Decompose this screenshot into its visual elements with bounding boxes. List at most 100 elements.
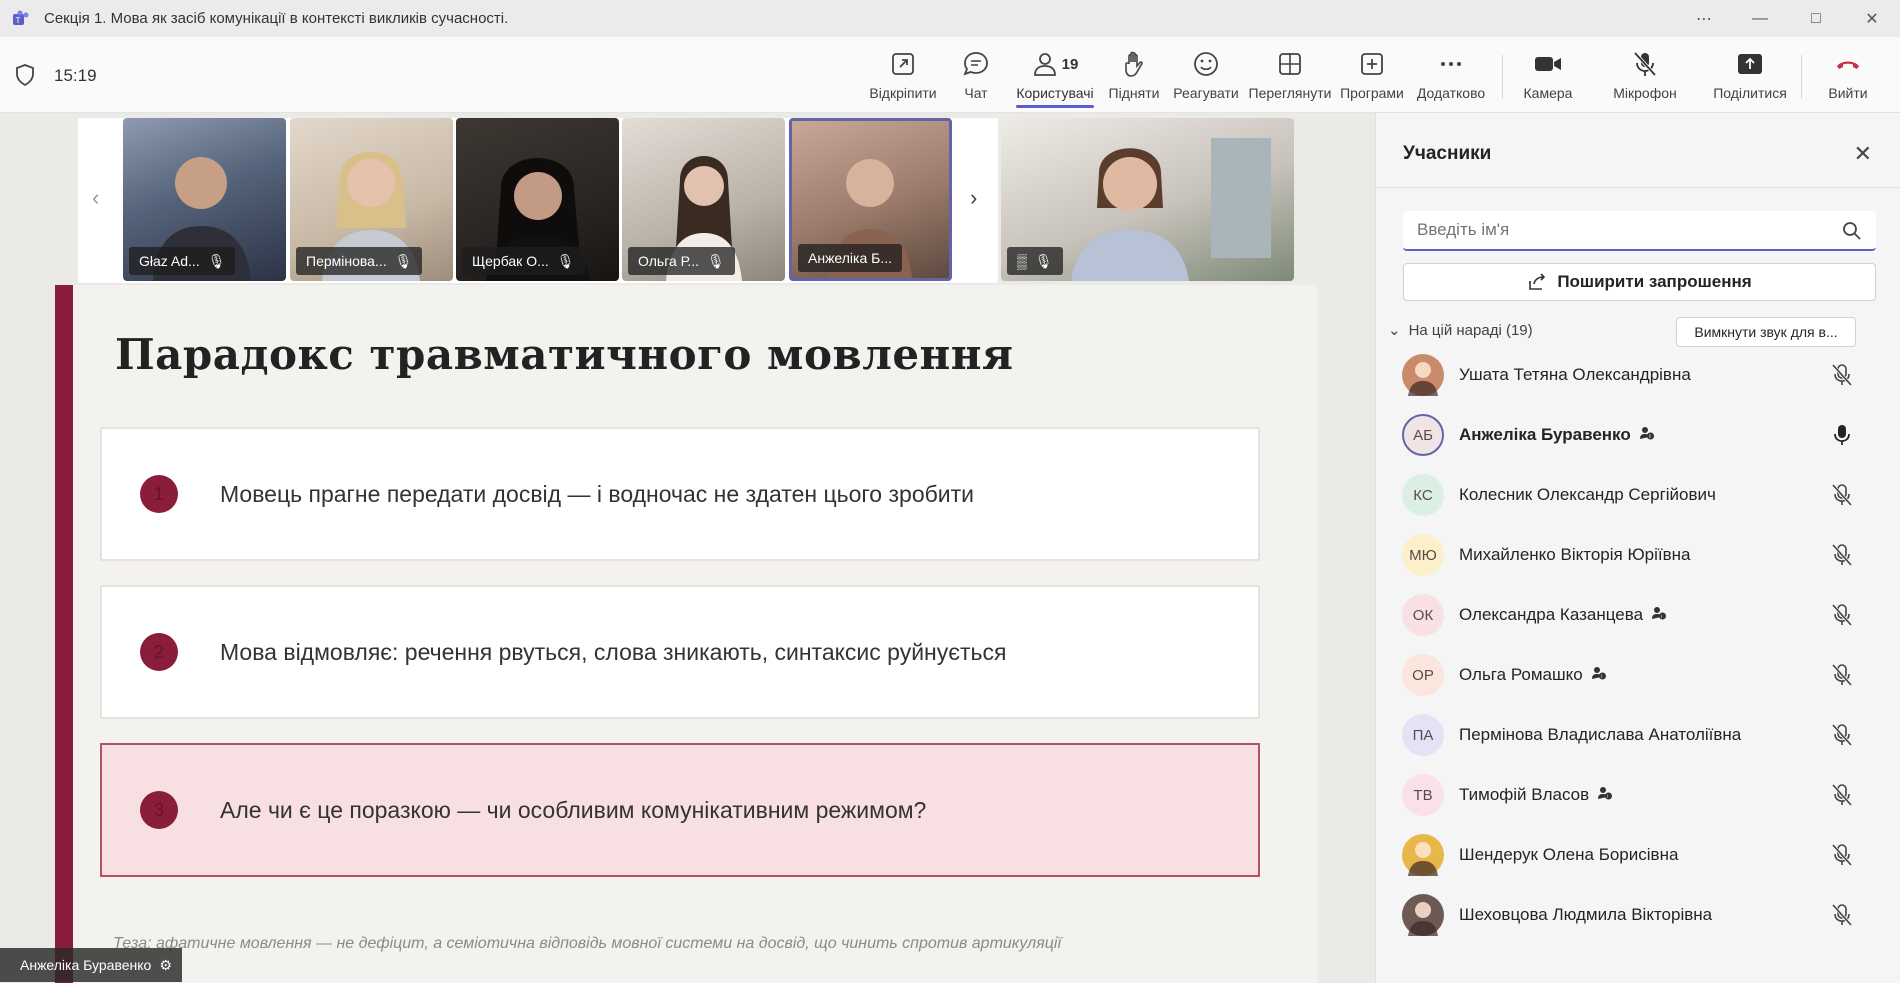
organizer-icon: i (1639, 425, 1655, 446)
participant-name: Анжеліка Буравенко (1459, 425, 1631, 444)
search-box (1403, 211, 1876, 251)
mic-off-icon[interactable] (1831, 843, 1853, 867)
mic-off-icon: 🎙 (1034, 252, 1053, 269)
popout-button[interactable]: Відкріпити (868, 49, 938, 105)
close-panel-icon[interactable]: ✕ (1854, 141, 1872, 167)
in-meeting-group-toggle[interactable]: ⌄ На цій нараді (19) (1388, 321, 1533, 340)
minimize-icon[interactable]: — (1732, 0, 1788, 37)
maximize-icon[interactable]: □ (1788, 0, 1844, 37)
mic-off-icon[interactable] (1831, 483, 1853, 507)
mute-all-button[interactable]: Вимкнути звук для в... (1676, 317, 1856, 347)
raise-hand-label: Підняти (1108, 85, 1160, 101)
share-invite-button[interactable]: Поширити запрошення (1403, 263, 1876, 301)
participant-row[interactable]: ОР Ольга Ромашко i (1376, 645, 1900, 705)
scroll-right-chevron-icon[interactable]: › (970, 185, 977, 211)
mic-off-icon[interactable] (1831, 903, 1853, 927)
participant-row[interactable]: Ушата Тетяна Олександрівна (1376, 345, 1900, 405)
participant-row[interactable]: МЮ Михайленко Вікторія Юріївна (1376, 525, 1900, 585)
video-tile[interactable]: Щербак О... 🎙 (456, 118, 619, 281)
avatar: ОК (1402, 594, 1444, 636)
participant-name: Шендерук Олена Борисівна (1459, 845, 1679, 864)
mic-off-icon[interactable] (1831, 363, 1853, 387)
title-bar: T Секція 1. Мова як засіб комунікації в … (0, 0, 1900, 37)
view-button[interactable]: Переглянути (1249, 49, 1331, 105)
group-label: На цій нараді (19) (1408, 321, 1533, 339)
avatar-initials: ТВ (1413, 786, 1433, 804)
video-tile[interactable]: Głaz Ad... 🎙 (123, 118, 286, 281)
mic-off-icon[interactable] (1831, 783, 1853, 807)
mic-off-icon[interactable] (1831, 603, 1853, 627)
video-tile[interactable]: Пермінова... 🎙 (290, 118, 453, 281)
participant-name: Шеховцова Людмила Вікторівна (1459, 905, 1713, 924)
participant-name: Ушата Тетяна Олександрівна (1459, 365, 1691, 384)
add-app-icon (1361, 53, 1383, 75)
search-input[interactable] (1417, 220, 1817, 240)
mic-off-icon (1633, 51, 1657, 77)
svg-text:i: i (1661, 614, 1662, 620)
mic-off-icon[interactable] (1831, 543, 1853, 567)
camera-label: Камера (1523, 85, 1573, 101)
apps-button[interactable]: Програми (1340, 49, 1404, 105)
participant-row[interactable]: Шеховцова Людмила Вікторівна (1376, 885, 1900, 945)
video-tile[interactable]: ▒ 🎙 (1001, 118, 1294, 281)
share-screen-button[interactable]: Поділитися (1713, 49, 1787, 105)
tile-name: Пермінова... (306, 253, 387, 269)
microphone-label: Мікрофон (1613, 85, 1677, 101)
chat-label: Чат (964, 85, 988, 101)
react-label: Реагувати (1173, 85, 1239, 101)
participant-name: Олександра Казанцева (1459, 605, 1644, 624)
chat-button[interactable]: Чат (958, 49, 994, 105)
participant-row[interactable]: ПА Пермінова Владислава Анатоліївна (1376, 705, 1900, 765)
svg-text:i: i (1607, 794, 1608, 800)
share-icon (1738, 54, 1762, 74)
tile-name: Ольга Р... (638, 253, 700, 269)
panel-divider (1376, 187, 1900, 188)
close-window-icon[interactable]: ✕ (1844, 0, 1900, 37)
participant-row[interactable]: КС Колесник Олександр Сергійович (1376, 465, 1900, 525)
point-number-badge: 3 (140, 791, 178, 829)
apps-label: Програми (1340, 85, 1404, 101)
window-controls: ⋯ — □ ✕ (1676, 0, 1900, 37)
mic-on-icon[interactable] (1831, 423, 1853, 447)
more-options-icon[interactable]: ⋯ (1676, 0, 1732, 37)
point-number-badge: 1 (140, 475, 178, 513)
react-button[interactable]: Реагувати (1173, 49, 1239, 105)
toolbar-divider (1801, 55, 1802, 99)
panel-title: Учасники (1403, 143, 1492, 164)
search-icon[interactable] (1842, 221, 1862, 241)
camera-button[interactable]: Камера (1522, 49, 1574, 105)
meeting-toolbar: 15:19 Відкріпити Чат 19 Користувачі Підн… (0, 37, 1900, 119)
people-button[interactable]: 19 Користувачі (1016, 49, 1094, 108)
scroll-left-chevron-icon[interactable]: ‹ (92, 185, 99, 211)
video-tile[interactable]: Ольга Р... 🎙 (622, 118, 785, 281)
participant-name-group: Пермінова Владислава Анатоліївна (1459, 725, 1741, 745)
leave-label: Вийти (1828, 85, 1868, 101)
participant-row[interactable]: Шендерук Олена Борисівна (1376, 825, 1900, 885)
tile-name-tag: Ольга Р... 🎙 (628, 247, 735, 275)
mute-all-label: Вимкнути звук для в... (1694, 324, 1838, 340)
avatar-initials: АБ (1413, 426, 1433, 444)
more-actions-button[interactable]: Додатково (1416, 49, 1486, 105)
participant-name-group: Ольга Ромашко i (1459, 665, 1607, 686)
meeting-timer: 15:19 (54, 66, 97, 85)
microphone-button[interactable]: Мікрофон (1612, 49, 1678, 105)
window-title: Секція 1. Мова як засіб комунікації в ко… (44, 10, 509, 27)
ellipsis-icon (1441, 62, 1461, 66)
participant-name-group: Олександра Казанцева i (1459, 605, 1667, 626)
mic-off-icon: 🎙 (207, 252, 226, 269)
participant-name: Ольга Ромашко (1459, 665, 1583, 684)
participant-row[interactable]: АБ Анжеліка Буравенко i (1376, 405, 1900, 465)
chevron-down-icon: ⌄ (1388, 322, 1401, 339)
participant-row[interactable]: ОК Олександра Казанцева i (1376, 585, 1900, 645)
participant-row[interactable]: ТВ Тимофій Власов i (1376, 765, 1900, 825)
avatar: МЮ (1402, 534, 1444, 576)
leave-button[interactable]: Вийти (1826, 49, 1870, 105)
avatar: ТВ (1402, 774, 1444, 816)
mic-off-icon[interactable] (1831, 663, 1853, 687)
video-tile-active-speaker[interactable]: Анжеліка Б... (789, 118, 952, 281)
mic-off-icon[interactable] (1831, 723, 1853, 747)
avatar-initials: КС (1413, 486, 1433, 504)
raise-hand-button[interactable]: Підняти (1108, 49, 1160, 105)
participant-name-group: Колесник Олександр Сергійович (1459, 485, 1716, 505)
avatar (1402, 834, 1444, 876)
